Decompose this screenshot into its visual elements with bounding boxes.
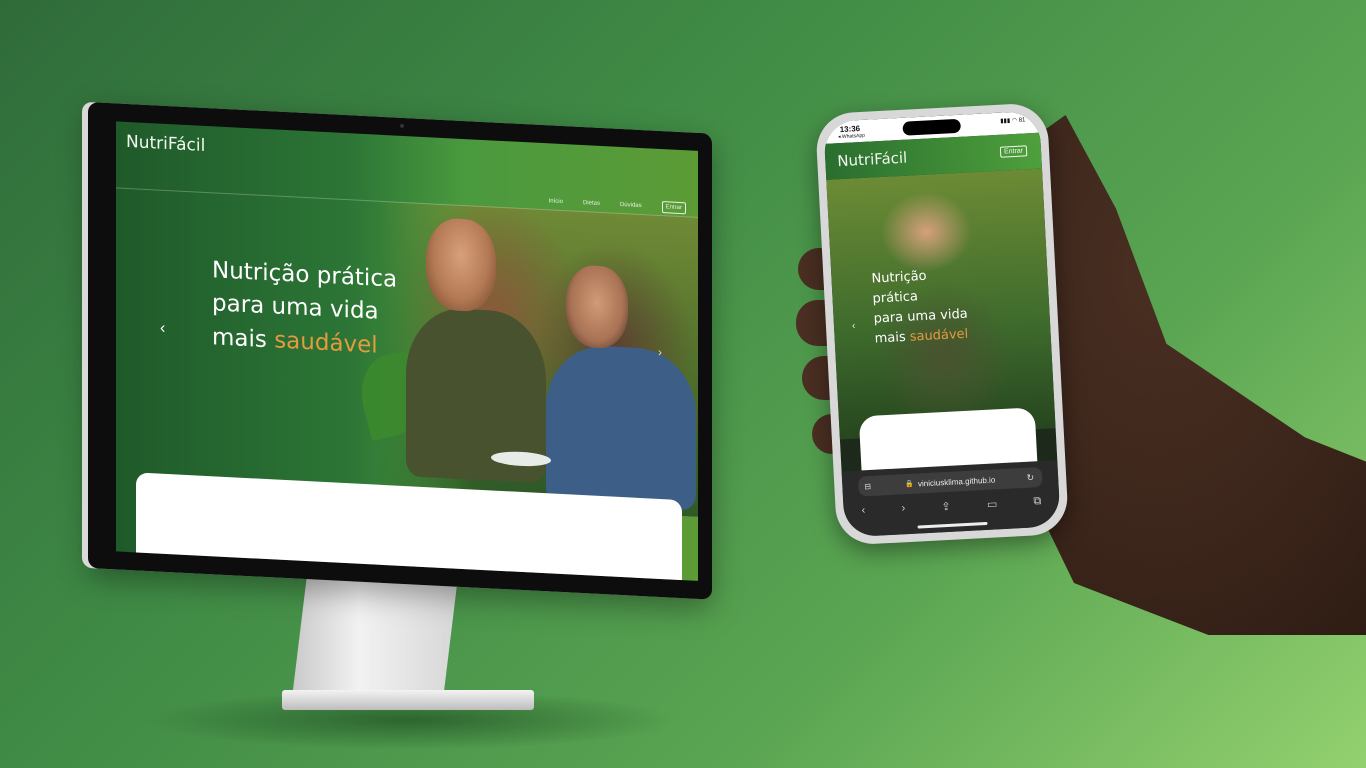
- nav-link-inicio[interactable]: Início: [549, 198, 563, 205]
- tabs-icon[interactable]: ⧉: [1033, 495, 1042, 508]
- monitor-camera: [400, 123, 404, 129]
- login-button[interactable]: Entrar: [999, 145, 1028, 158]
- address-bar[interactable]: ⊟ 🔒 viniciusklima.github.io ↻: [857, 466, 1043, 497]
- home-indicator: [917, 521, 988, 529]
- nav-link-dietas[interactable]: Dietas: [583, 200, 600, 207]
- desktop-screen: NutriFácil Início Dietas Dúvidas Entrar …: [116, 121, 698, 581]
- site-logo[interactable]: NutriFácil: [837, 149, 908, 171]
- hero-headline: Nutrição prática para uma vida mais saud…: [212, 254, 412, 364]
- browser-toolbar: ⊟ 🔒 viniciusklima.github.io ↻ ‹ › ⇪ ▭ ⧉: [841, 460, 1061, 538]
- desktop-monitor: NutriFácil Início Dietas Dúvidas Entrar …: [88, 102, 712, 600]
- forward-icon[interactable]: ›: [901, 502, 905, 515]
- bookmarks-icon[interactable]: ▭: [987, 497, 998, 511]
- site-logo[interactable]: NutriFácil: [126, 132, 205, 156]
- status-icons: ▮▮▮ ◠ 81: [1000, 117, 1026, 125]
- hero-line-4-prefix: mais: [874, 330, 911, 347]
- smartphone: 13:36 ◂ WhatsApp ▮▮▮ ◠ 81 NutriFácil Ent…: [814, 102, 1070, 546]
- reload-icon[interactable]: ↻: [1026, 472, 1034, 483]
- hero-headline: Nutrição prática para uma vida mais saud…: [871, 262, 1015, 350]
- monitor-base: [282, 690, 534, 710]
- share-icon[interactable]: ⇪: [941, 500, 951, 513]
- chevron-left-icon[interactable]: ‹: [852, 321, 856, 332]
- login-button[interactable]: Entrar: [661, 201, 686, 215]
- back-icon[interactable]: ‹: [861, 504, 865, 517]
- dynamic-island: [902, 118, 962, 136]
- hero-accent-word: saudável: [909, 327, 969, 346]
- page-menu-icon[interactable]: ⊟: [864, 481, 871, 490]
- lock-icon: 🔒: [905, 480, 915, 489]
- hero-photo-man: [546, 343, 696, 511]
- hero-photo-man-face: [566, 264, 628, 350]
- browser-nav: ‹ › ⇪ ▭ ⧉: [861, 495, 1041, 517]
- hero-accent-word: saudável: [274, 327, 378, 359]
- chevron-left-icon[interactable]: ‹: [160, 320, 165, 338]
- hero-line-3-prefix: mais: [212, 323, 275, 354]
- chevron-right-icon[interactable]: ›: [658, 345, 662, 359]
- nav-link-duvidas[interactable]: Dúvidas: [620, 202, 642, 209]
- url-text[interactable]: viniciusklima.github.io: [918, 475, 996, 488]
- phone-screen: 13:36 ◂ WhatsApp ▮▮▮ ◠ 81 NutriFácil Ent…: [823, 110, 1061, 538]
- hero-photo-woman-face: [426, 217, 496, 313]
- back-to-app-link[interactable]: ◂ WhatsApp: [838, 133, 865, 140]
